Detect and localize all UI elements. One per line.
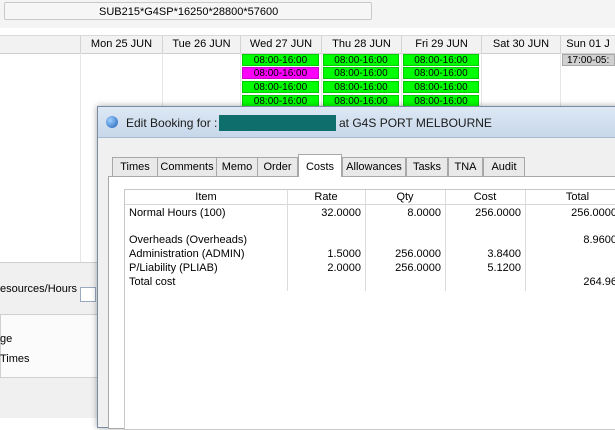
left-options-box [0, 314, 102, 378]
table-cell-rate: 2.0000 [327, 262, 361, 274]
day-header-tue[interactable]: Tue 26 JUN [162, 36, 240, 53]
tab-tna[interactable]: TNA [448, 157, 483, 176]
edit-booking-dialog: Edit Booking for : at G4S PORT MELBOURNE… [97, 106, 615, 430]
table-cell-cost: 5.1200 [487, 262, 521, 274]
day-header-sun[interactable]: Sun 01 J [560, 36, 615, 53]
column-divider [365, 190, 366, 291]
tab-memo[interactable]: Memo [216, 157, 258, 176]
day-header-mon[interactable]: Mon 25 JUN [80, 36, 162, 53]
column-header-cost[interactable]: Cost [445, 190, 525, 205]
left-option-label[interactable]: Times [0, 353, 30, 365]
column-header-item[interactable]: Item [125, 190, 287, 205]
resources-hours-checkbox[interactable] [80, 287, 96, 302]
shift-block[interactable]: 08:00-16:00 [323, 67, 399, 79]
tab-allowances[interactable]: Allowances [342, 157, 406, 176]
table-cell-qty: 8.0000 [407, 207, 441, 219]
table-cell-item: Normal Hours (100) [129, 207, 226, 219]
shift-block[interactable]: 17:00-05: [562, 54, 615, 66]
column-divider [445, 190, 446, 291]
column-header-rate[interactable]: Rate [287, 190, 365, 205]
roster-header: Mon 25 JUN Tue 26 JUN Wed 27 JUN Thu 28 … [0, 35, 615, 54]
shift-block[interactable]: 08:00-16:00 [323, 54, 399, 66]
resources-hours-label: esources/Hours [0, 283, 78, 295]
table-cell-cost: 3.8400 [487, 248, 521, 260]
shift-block[interactable]: 08:00-16:00 [242, 54, 319, 66]
tab-tasks[interactable]: Tasks [406, 157, 448, 176]
day-header-sat[interactable]: Sat 30 JUN [481, 36, 560, 53]
day-header-wed[interactable]: Wed 27 JUN [240, 36, 321, 53]
costs-table[interactable]: Item Rate Qty Cost Total Normal Hours (1… [124, 189, 615, 430]
tab-audit[interactable]: Audit [483, 157, 525, 176]
tab-times[interactable]: Times [112, 157, 158, 176]
booking-code-field[interactable]: SUB215*G4SP*16250*28800*57600 [4, 2, 372, 20]
table-cell-item: Administration (ADMIN) [129, 248, 245, 260]
day-header-fri[interactable]: Fri 29 JUN [401, 36, 481, 53]
tab-costs[interactable]: Costs [298, 154, 342, 177]
table-cell-cost: 256.0000 [475, 207, 521, 219]
tab-order[interactable]: Order [257, 157, 298, 176]
left-option-label[interactable]: ge [0, 333, 12, 345]
shift-block[interactable]: 08:00-16:00 [323, 81, 399, 93]
column-divider [287, 190, 288, 291]
table-cell-rate: 1.5000 [327, 248, 361, 260]
costs-panel: Item Rate Qty Cost Total Normal Hours (1… [108, 176, 615, 430]
table-cell-total: 8.9600 [583, 234, 615, 246]
table-cell-item: Overheads (Overheads) [129, 234, 247, 246]
shift-block[interactable]: 08:00-16:00 [403, 67, 479, 79]
column-header-qty[interactable]: Qty [365, 190, 445, 205]
column-header-total[interactable]: Total [525, 190, 615, 205]
shift-block[interactable]: 08:00-16:00 [403, 81, 479, 93]
table-cell-item: Total cost [129, 276, 176, 288]
table-cell-total: 256.0000 [571, 207, 615, 219]
redacted-name [219, 115, 336, 131]
dialog-title-location: at G4S PORT MELBOURNE [339, 116, 492, 130]
shift-block[interactable]: 08:00-16:00 [242, 67, 319, 79]
table-cell-qty: 256.0000 [395, 248, 441, 260]
table-cell-total: 264.96 [583, 276, 615, 288]
tab-comments[interactable]: Comments [157, 157, 217, 176]
table-cell-rate: 32.0000 [321, 207, 361, 219]
shift-block[interactable]: 08:00-16:00 [242, 81, 319, 93]
table-cell-qty: 256.0000 [395, 262, 441, 274]
table-cell-item: P/Liability (PLIAB) [129, 262, 218, 274]
shift-block[interactable]: 08:00-16:00 [403, 54, 479, 66]
day-header-thu[interactable]: Thu 28 JUN [321, 36, 401, 53]
app-icon [106, 116, 118, 128]
dialog-title: Edit Booking for : [126, 116, 218, 130]
